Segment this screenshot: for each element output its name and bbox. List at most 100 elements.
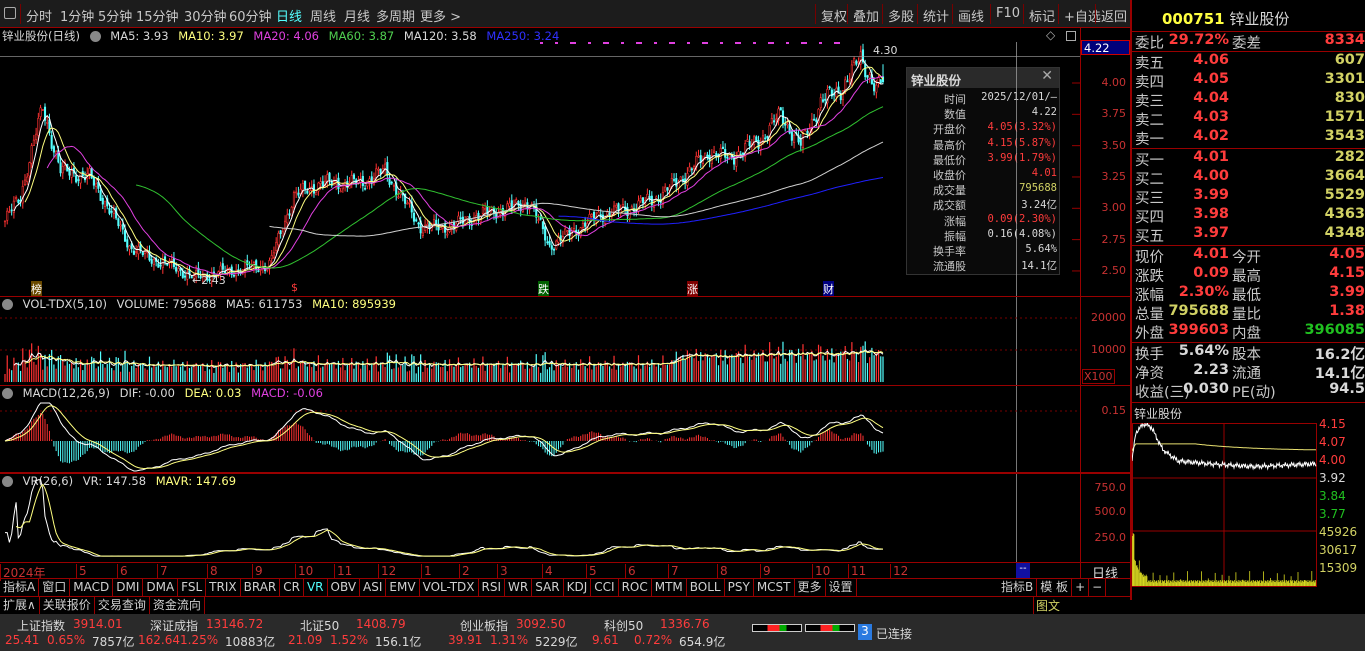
toolbar-button-4[interactable]: 画线 xyxy=(958,6,984,25)
indicator-b-tab-0[interactable]: 指标B xyxy=(998,579,1038,597)
intraday-volume-bar xyxy=(1170,580,1172,586)
indicator-tab-9[interactable]: VR xyxy=(304,579,328,597)
indicator-tab-21[interactable]: BOLL xyxy=(687,579,725,597)
indicator-tab-22[interactable]: PSY xyxy=(725,579,754,597)
marker-cai[interactable]: 财 xyxy=(823,281,834,297)
index-amount: 654.9亿 xyxy=(679,635,726,649)
marker-dollar[interactable]: $ xyxy=(291,281,298,294)
ext-tab-1[interactable]: 关联报价 xyxy=(40,597,95,615)
tooltip-row: 成交额 3.24亿 xyxy=(907,197,1061,212)
toolbar-button-8[interactable]: 返回 xyxy=(1101,6,1127,25)
volume-bar xyxy=(355,361,357,382)
intraday-volume-bar xyxy=(1204,580,1206,586)
intraday-volume-bar xyxy=(1247,580,1249,586)
volume-bar xyxy=(191,366,193,382)
period-tab-4[interactable]: 30分钟 xyxy=(184,6,227,25)
indicator-tab-7[interactable]: BRAR xyxy=(241,579,281,597)
volume-bar xyxy=(311,367,313,382)
period-tab-3[interactable]: 15分钟 xyxy=(136,6,179,25)
ext-tab-3[interactable]: 资金流向 xyxy=(150,597,205,615)
indicator-tab-24[interactable]: 更多 xyxy=(795,579,826,597)
indicator-tab-11[interactable]: ASI xyxy=(360,579,387,597)
indicator-tab-12[interactable]: EMV xyxy=(386,579,420,597)
volume-bar xyxy=(335,368,337,382)
volume-bar xyxy=(384,366,386,382)
period-tab-9[interactable]: 多周期 xyxy=(376,6,415,25)
period-tab-2[interactable]: 5分钟 xyxy=(98,6,132,25)
indicator-tab-6[interactable]: TRIX xyxy=(206,579,241,597)
index-name[interactable]: 上证指数 xyxy=(17,617,65,634)
indicator-tab-23[interactable]: MCST xyxy=(754,579,795,597)
marker-zhang[interactable]: 涨 xyxy=(687,281,698,297)
volume-bar xyxy=(617,364,620,382)
intraday-volume-bar xyxy=(1141,573,1142,586)
period-tab-1[interactable]: 1分钟 xyxy=(60,6,94,25)
ext-tab-2[interactable]: 交易查询 xyxy=(95,597,150,615)
indicator-tab-0[interactable]: 指标A xyxy=(0,579,40,597)
volume-chart[interactable] xyxy=(0,310,1080,385)
volume-bar xyxy=(871,347,873,382)
close-icon[interactable]: ✕ xyxy=(1041,68,1053,84)
period-tab-6[interactable]: 日线 xyxy=(276,6,302,25)
volume-bar xyxy=(582,362,584,382)
quote-row: 现价 4.01 今开 4.05 xyxy=(1132,246,1365,266)
volume-bar xyxy=(275,357,277,382)
volume-bar xyxy=(442,367,444,382)
indicator-tab-13[interactable]: VOL-TDX xyxy=(420,579,479,597)
ext-tab-0[interactable]: 扩展∧ xyxy=(0,597,40,615)
volume-bar xyxy=(284,356,286,382)
indicator-tab-3[interactable]: DMI xyxy=(113,579,144,597)
period-tab-5[interactable]: 60分钟 xyxy=(229,6,272,25)
toolbar-button-1[interactable]: 叠加 xyxy=(853,6,879,25)
toolbar-button-3[interactable]: 统计 xyxy=(923,6,949,25)
indicator-tab-8[interactable]: CR xyxy=(280,579,304,597)
marker-die[interactable]: 跌 xyxy=(538,281,549,297)
period-tab-7[interactable]: 周线 xyxy=(310,6,336,25)
toolbar-button-0[interactable]: 复权 xyxy=(821,6,847,25)
toolbar-button-2[interactable]: 多股 xyxy=(888,6,914,25)
indicator-b-tab-2[interactable]: + xyxy=(1072,579,1090,597)
index-name[interactable]: 北证50 xyxy=(300,617,339,634)
quote-row: 涨幅 2.30% 最低 3.99 xyxy=(1132,284,1365,304)
indicator-tab-4[interactable]: DMA xyxy=(143,579,179,597)
candle xyxy=(515,199,518,203)
indicator-tab-14[interactable]: RSI xyxy=(479,579,506,597)
indicator-tab-17[interactable]: KDJ xyxy=(564,579,592,597)
period-tab-8[interactable]: 月线 xyxy=(344,6,370,25)
volume-bar xyxy=(71,362,73,382)
indicator-tab-16[interactable]: SAR xyxy=(532,579,564,597)
tuwen-tab[interactable]: 图文 xyxy=(1033,597,1060,614)
period-tab-10[interactable]: 更多 > xyxy=(420,6,461,25)
event-dot xyxy=(687,42,690,44)
indicator-tab-15[interactable]: WR xyxy=(505,579,533,597)
indicator-tab-18[interactable]: CCI xyxy=(591,579,619,597)
chevron-down-icon[interactable] xyxy=(2,299,13,310)
indicator-tab-20[interactable]: MTM xyxy=(652,579,687,597)
macd-chart[interactable] xyxy=(0,400,1080,472)
volume-bar xyxy=(804,359,806,382)
indicator-tab-25[interactable]: 设置 xyxy=(826,579,857,597)
period-tab-0[interactable]: 分时 xyxy=(26,6,52,25)
candle xyxy=(99,190,102,201)
index-name[interactable]: 科创50 xyxy=(604,617,643,634)
tooltip-key: 开盘价 xyxy=(933,123,966,137)
sidebar-toggle-icon[interactable] xyxy=(4,7,16,19)
marker-bang[interactable]: 榜 xyxy=(31,281,42,297)
vr-chart[interactable] xyxy=(0,476,1080,562)
indicator-b-tab-1[interactable]: 模 板 xyxy=(1037,579,1073,597)
toolbar-button-6[interactable]: 标记 xyxy=(1029,6,1055,25)
index-name[interactable]: 创业板指 xyxy=(460,617,508,634)
indicator-tab-10[interactable]: OBV xyxy=(328,579,361,597)
indicator-b-tab-3[interactable]: − xyxy=(1089,579,1107,597)
indicator-tab-19[interactable]: ROC xyxy=(619,579,652,597)
indicator-tab-2[interactable]: MACD xyxy=(70,579,114,597)
tooltip-row: 成交量 795688 xyxy=(907,182,1061,197)
indicator-tab-1[interactable]: 窗口 xyxy=(39,579,71,597)
indicator-tab-5[interactable]: FSL xyxy=(178,579,207,597)
toolbar-button-5[interactable]: F10 xyxy=(996,6,1020,21)
connection-badge[interactable]: 3 xyxy=(858,624,872,640)
index-name[interactable]: 深证成指 xyxy=(150,617,198,634)
intraday-chart[interactable] xyxy=(1132,423,1317,587)
quote-value: 0.09 xyxy=(1193,265,1229,281)
chevron-down-icon[interactable] xyxy=(2,388,13,399)
